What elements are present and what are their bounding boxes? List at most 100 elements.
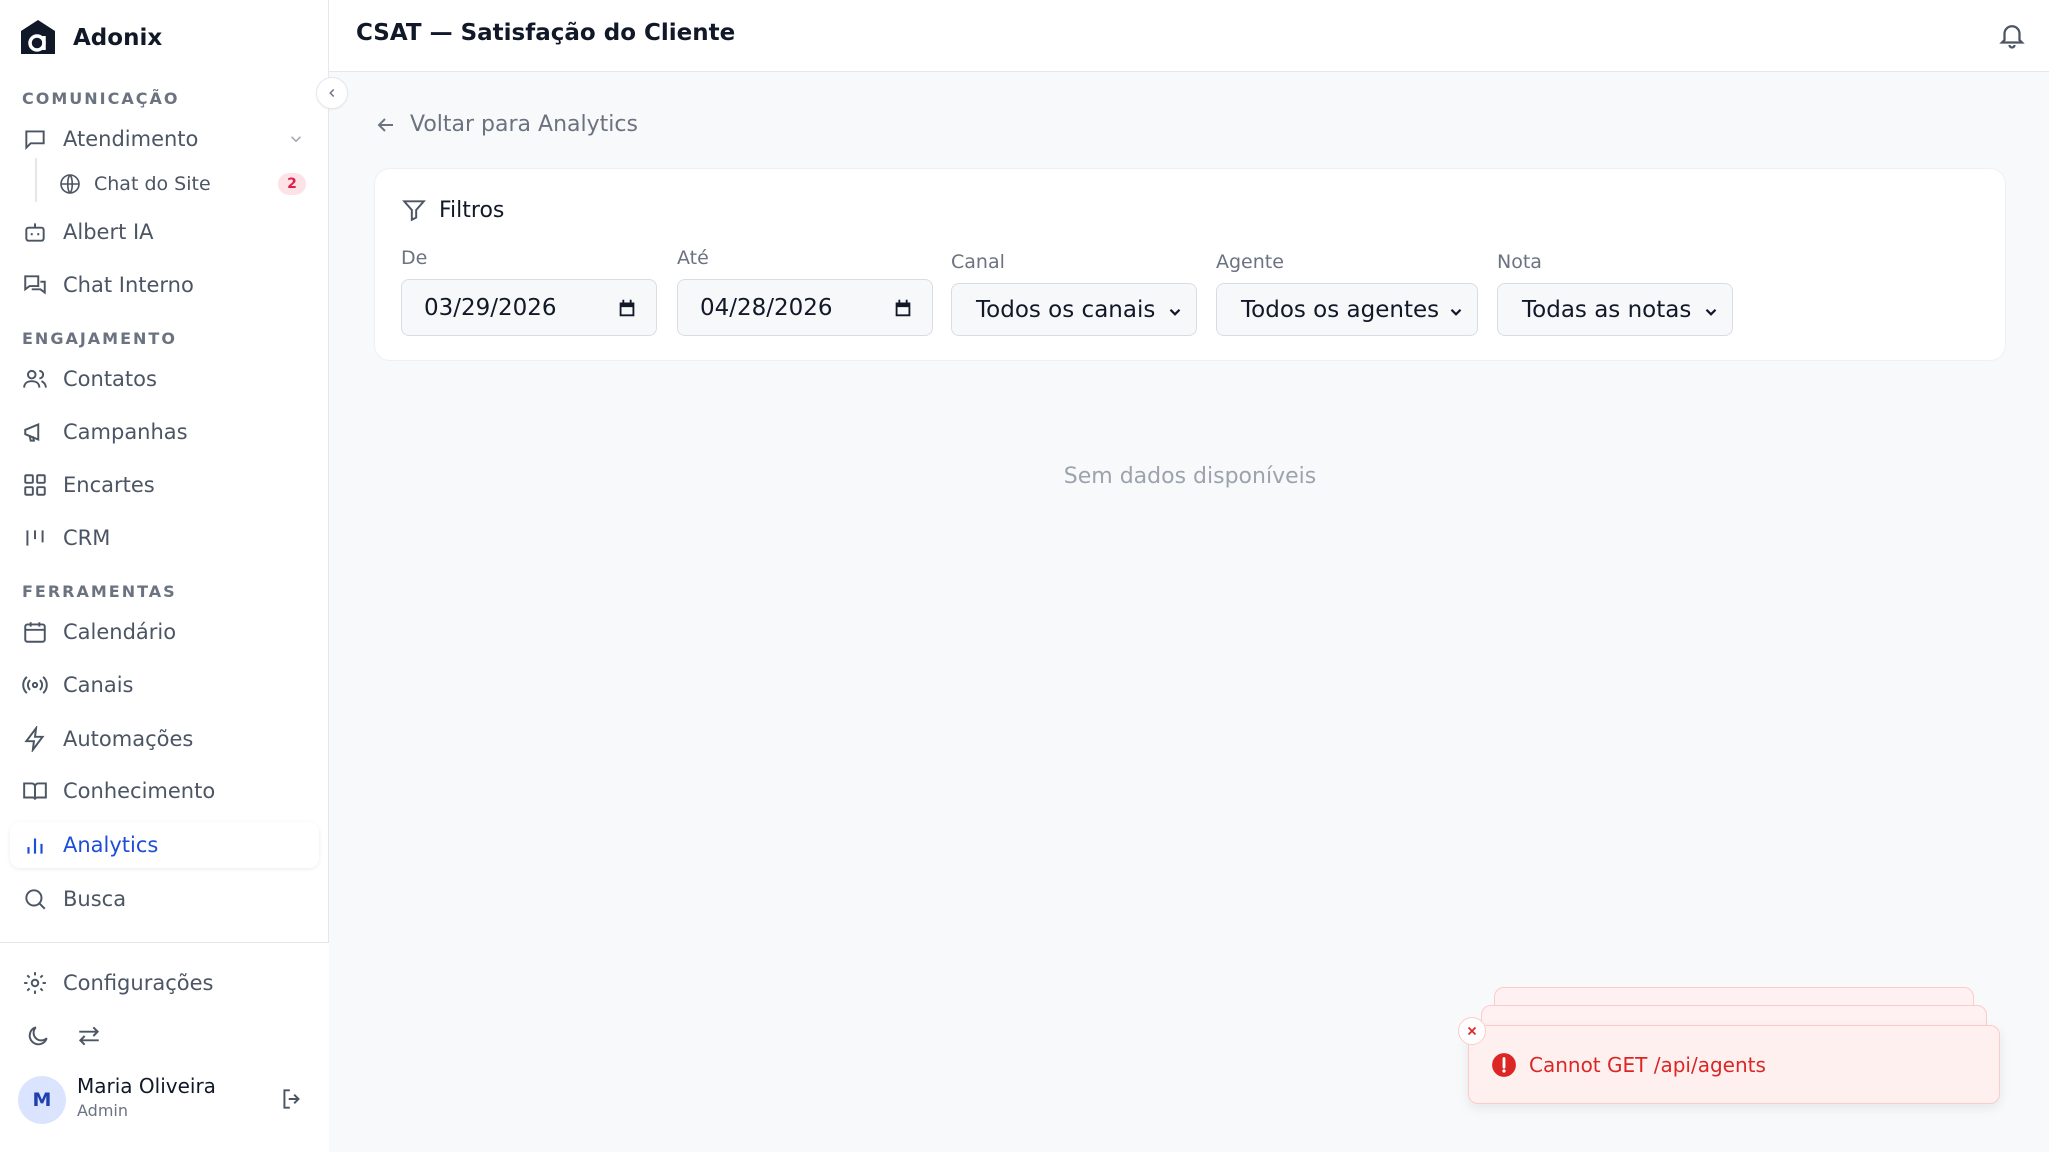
- sidebar-item-label: Conhecimento: [63, 779, 216, 803]
- sidebar-item-atendimento[interactable]: Atendimento: [10, 116, 319, 162]
- rating-select[interactable]: Todas as notas: [1497, 283, 1733, 336]
- radio-icon: [22, 676, 48, 694]
- message-square-icon: [25, 130, 45, 151]
- arrows-left-right-icon: [78, 1026, 100, 1046]
- avatar[interactable]: M: [18, 1076, 66, 1124]
- section-title-comunicacao: COMUNICAÇÃO: [22, 89, 180, 108]
- section-title-ferramentas: FERRAMENTAS: [22, 582, 177, 601]
- to-date-value: 04/28/2026: [700, 294, 833, 321]
- sidebar-item-label: Busca: [63, 887, 127, 911]
- sidebar-item-label: Automações: [63, 727, 194, 751]
- zap-icon: [24, 726, 45, 752]
- filter-icon: [402, 200, 426, 222]
- to-date-label: Até: [677, 247, 709, 269]
- sidebar-item-label: Canais: [63, 673, 134, 697]
- sidebar-item-label: Configurações: [63, 971, 214, 995]
- megaphone-icon: [24, 422, 40, 442]
- from-date-value: 03/29/2026: [424, 294, 557, 321]
- sidebar-item-label: Encartes: [63, 473, 155, 497]
- book-open-icon: [23, 782, 47, 800]
- gear-icon: [24, 972, 46, 994]
- calendar-icon[interactable]: [892, 297, 914, 319]
- sidebar-item-label: Atendimento: [63, 127, 199, 151]
- bar-chart-icon: [27, 838, 43, 854]
- theme-toggle-button[interactable]: [20, 1018, 56, 1054]
- user-role: Admin: [77, 1101, 128, 1120]
- agent-selected-value: Todos os agentes: [1241, 296, 1440, 323]
- error-toast: Cannot GET /api/agents: [1468, 1025, 2000, 1104]
- sidebar-item-label: Calendário: [63, 620, 177, 644]
- to-date-input[interactable]: 04/28/2026: [677, 279, 933, 336]
- alert-circle-icon: [1492, 1052, 1516, 1077]
- sidebar-item-label: Analytics: [63, 833, 159, 857]
- moon-icon: [28, 1026, 48, 1046]
- rating-label: Nota: [1497, 251, 1542, 273]
- logout-button[interactable]: [274, 1081, 310, 1117]
- unread-badge: 2: [278, 173, 306, 195]
- sidebar-item-contatos[interactable]: Contatos: [10, 356, 319, 402]
- toast-close-button[interactable]: [1458, 1017, 1486, 1045]
- kanban-icon: [26, 530, 44, 546]
- sidebar-item-configuracoes[interactable]: Configurações: [10, 960, 319, 1006]
- users-icon: [23, 369, 47, 388]
- chevron-down-icon: [1450, 308, 1462, 316]
- search-icon: [25, 889, 46, 910]
- empty-state-message: Sem dados disponíveis: [1063, 464, 1317, 489]
- top-header: CSAT — Satisfação do Cliente: [329, 0, 2049, 72]
- channel-label: Canal: [951, 251, 1005, 273]
- collapse-sidebar-button[interactable]: [316, 77, 348, 109]
- sidebar-item-encartes[interactable]: Encartes: [10, 462, 319, 508]
- rating-selected-value: Todas as notas: [1522, 296, 1692, 323]
- filters-title: Filtros: [439, 197, 505, 223]
- calendar-icon: [24, 622, 46, 643]
- messages-icon: [24, 275, 46, 295]
- sidebar-item-busca[interactable]: Busca: [10, 876, 319, 922]
- sidebar-item-label: Chat do Site: [94, 173, 211, 195]
- submenu-rail: [35, 158, 37, 202]
- section-title-engajamento: ENGAJAMENTO: [22, 329, 177, 348]
- sidebar-item-label: Campanhas: [63, 420, 188, 444]
- chevron-down-icon: [290, 136, 302, 143]
- globe-icon: [60, 174, 80, 194]
- bot-icon: [25, 223, 45, 242]
- chevron-down-icon: [1169, 308, 1181, 316]
- sidebar-item-label: Albert IA: [63, 220, 154, 244]
- from-date-input[interactable]: 03/29/2026: [401, 279, 657, 336]
- close-icon: [1467, 1026, 1477, 1036]
- channel-select[interactable]: Todos os canais: [951, 283, 1197, 336]
- bell-icon[interactable]: [1997, 20, 2027, 50]
- agent-select[interactable]: Todos os agentes: [1216, 283, 1478, 336]
- chevron-left-icon: [329, 88, 335, 98]
- adonix-logo-icon: [21, 20, 55, 54]
- sidebar-item-canais[interactable]: Canais: [10, 662, 319, 708]
- sidebar-subitem-chat-do-site[interactable]: Chat do Site 2: [58, 166, 310, 202]
- switch-account-button[interactable]: [71, 1018, 107, 1054]
- sidebar-item-label: CRM: [63, 526, 111, 550]
- logout-icon: [283, 1089, 300, 1109]
- user-name: Maria Oliveira: [77, 1074, 216, 1098]
- sidebar-item-campanhas[interactable]: Campanhas: [10, 409, 319, 455]
- calendar-icon[interactable]: [616, 297, 638, 319]
- sidebar: Adonix COMUNICAÇÃO Atendimento Chat do S…: [0, 0, 329, 1152]
- sidebar-item-conhecimento[interactable]: Conhecimento: [10, 768, 319, 814]
- brand-name: Adonix: [73, 25, 163, 51]
- agent-label: Agente: [1216, 251, 1284, 273]
- from-date-label: De: [401, 247, 428, 269]
- sidebar-item-automacoes[interactable]: Automações: [10, 716, 319, 762]
- sidebar-item-crm[interactable]: CRM: [10, 515, 319, 561]
- sidebar-item-albert-ia[interactable]: Albert IA: [10, 209, 319, 255]
- back-to-analytics-link[interactable]: Voltar para Analytics: [374, 112, 638, 137]
- sidebar-item-label: Contatos: [63, 367, 157, 391]
- filters-card: Filtros De 03/29/2026 Até 04/28/2026 Can…: [374, 168, 2006, 361]
- sidebar-item-calendario[interactable]: Calendário: [10, 609, 319, 655]
- sidebar-item-chat-interno[interactable]: Chat Interno: [10, 262, 319, 308]
- chevron-down-icon: [1705, 308, 1717, 316]
- channel-selected-value: Todos os canais: [976, 296, 1156, 323]
- sidebar-item-label: Chat Interno: [63, 273, 194, 297]
- brand[interactable]: Adonix: [18, 18, 162, 58]
- back-link-label: Voltar para Analytics: [410, 112, 638, 137]
- page-title: CSAT — Satisfação do Cliente: [356, 20, 736, 46]
- filters-header: Filtros: [401, 197, 504, 223]
- arrow-left-icon: [377, 117, 393, 132]
- sidebar-item-analytics[interactable]: Analytics: [10, 822, 319, 868]
